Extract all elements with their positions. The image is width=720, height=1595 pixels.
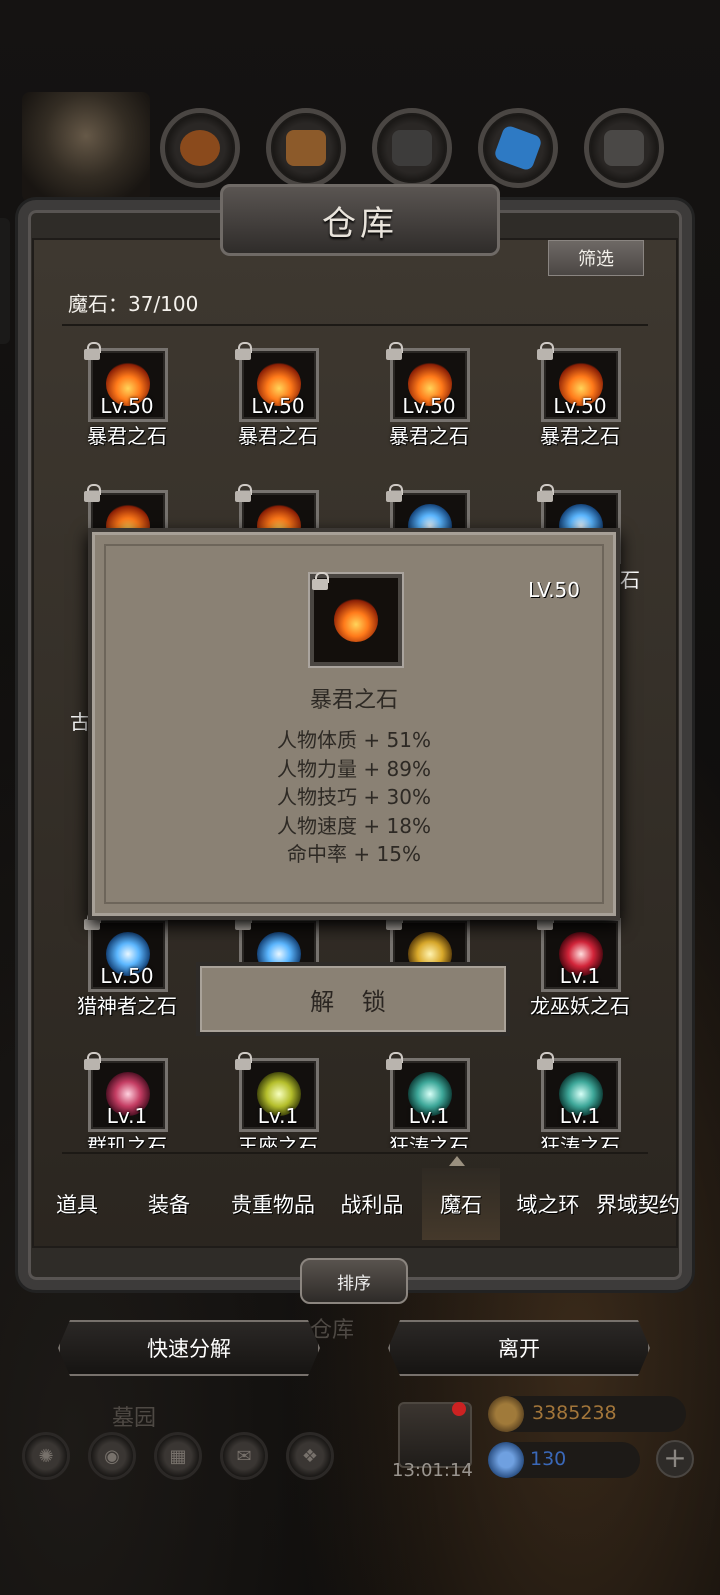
top-divider [62,324,648,326]
item-slot[interactable]: Lv.50 猎神者之石 [52,912,202,1028]
tab-loot[interactable]: 战利品 [322,1168,422,1240]
item-level: Lv.1 [106,1104,148,1128]
tab-divider [62,1152,648,1154]
category-tabs: 道具 装备 贵重物品 战利品 魔石 域之环 界域契约 [40,1168,680,1240]
item-level: Lv.50 [553,394,607,418]
stat-line: 人物技巧 + 30% [277,785,431,809]
item-stats: 人物体质 + 51% 人物力量 + 89% 人物技巧 + 30% 人物速度 + … [92,726,616,869]
lock-icon [312,572,329,590]
item-name: 暴君之石 [238,424,318,448]
tab-valuables[interactable]: 贵重物品 [224,1168,322,1240]
magic-stone-count: 魔石：37/100 [68,292,199,316]
player-avatar[interactable] [22,92,150,202]
item-detail-popup: LV.50 暴君之石 人物体质 + 51% 人物力量 + 89% 人物技巧 + … [88,528,620,920]
stat-line: 命中率 + 15% [287,842,421,866]
nav-emblem-icon[interactable]: ◉ [88,1432,136,1480]
item-detail-level: LV.50 [528,578,580,602]
lock-icon [84,342,101,360]
side-edge-tab[interactable] [0,218,10,344]
lock-icon [84,484,101,502]
item-level: Lv.1 [257,1104,299,1128]
lock-icon [235,1052,252,1070]
item-name: 狂涛之石 [389,1134,469,1148]
fire-gem-icon [334,598,378,642]
item-name: 暴君之石 [87,424,167,448]
nav-gate-icon[interactable]: ▦ [154,1432,202,1480]
tab-magic-stones[interactable]: 魔石 [422,1168,500,1240]
tab-domain-contracts[interactable]: 界域契约 [596,1168,680,1240]
item-name: 王座之石 [238,1134,318,1148]
gold-amount: 3385238 [532,1402,617,1424]
background-graveyard-label: 墓园 [112,1406,157,1431]
tab-equipment[interactable]: 装备 [114,1168,224,1240]
item-slot[interactable]: Lv.1 龙巫妖之石 [505,912,655,1028]
nav-mail-icon[interactable]: ✉ [220,1432,268,1480]
sort-button[interactable]: 排序 [300,1258,408,1304]
item-name: 狂涛之石 [540,1134,620,1148]
item-level: Lv.1 [559,1104,601,1128]
unlock-button[interactable]: 解 锁 [196,962,510,1036]
wood-resource-icon[interactable] [266,108,346,188]
lock-icon [386,484,403,502]
gold-coin-icon [488,1396,524,1432]
item-detail-name: 暴君之石 [309,688,398,713]
item-level: Lv.50 [100,394,154,418]
item-slot[interactable]: Lv.50 暴君之石 [52,342,202,458]
lock-icon [235,484,252,502]
partial-item-label: 石 [620,568,640,592]
warehouse-title: 仓库 [322,203,398,244]
lock-icon [386,342,403,360]
item-level: Lv.50 [402,394,456,418]
item-name: 猎神者之石 [77,994,177,1018]
item-name: 群玑之石 [87,1134,167,1148]
stone-resource-icon[interactable] [584,108,664,188]
crystal-resource-icon[interactable] [478,108,558,188]
item-level: Lv.1 [408,1104,450,1128]
item-slot[interactable]: Lv.50 暴君之石 [354,342,504,458]
item-name: 龙巫妖之石 [530,994,630,1018]
lock-icon [537,1052,554,1070]
item-level: Lv.50 [251,394,305,418]
filter-button[interactable]: 筛选 [548,240,644,276]
lock-icon [537,342,554,360]
stat-line: 人物力量 + 89% [277,756,431,781]
item-name: 暴君之石 [389,424,469,448]
stat-line: 人物速度 + 18% [277,813,431,838]
tab-items[interactable]: 道具 [40,1168,114,1240]
item-slot[interactable]: Lv.50 暴君之石 [203,342,353,458]
lock-icon [537,484,554,502]
lock-icon [386,1052,403,1070]
lock-icon [84,1052,101,1070]
item-level: Lv.1 [559,964,601,988]
active-tab-caret [449,1156,465,1166]
item-slot[interactable]: Lv.50 暴君之石 [505,342,655,458]
tab-domain-rings[interactable]: 域之环 [500,1168,596,1240]
background-warehouse-label: 仓库 [310,1318,355,1343]
add-currency-button[interactable]: + [656,1440,694,1478]
lock-icon [235,342,252,360]
item-level: Lv.50 [100,964,154,988]
partial-item-label: 古 [70,710,90,734]
iron-resource-icon[interactable] [372,108,452,188]
stat-line: 人物体质 + 51% [277,728,431,752]
blue-gem-icon [488,1442,524,1478]
notification-dot [452,1402,466,1416]
quick-decompose-button[interactable]: 快速分解 [58,1320,320,1376]
leather-resource-icon[interactable] [160,108,240,188]
nav-gear-icon[interactable]: ✺ [22,1432,70,1480]
event-timer: 13:01:14 [392,1460,473,1481]
item-name: 暴君之石 [540,424,620,448]
warehouse-title-plate: 仓库 [220,184,500,256]
nav-scroll-icon[interactable]: ❖ [286,1432,334,1480]
gem-amount: 130 [530,1448,567,1470]
leave-button[interactable]: 离开 [388,1320,650,1376]
